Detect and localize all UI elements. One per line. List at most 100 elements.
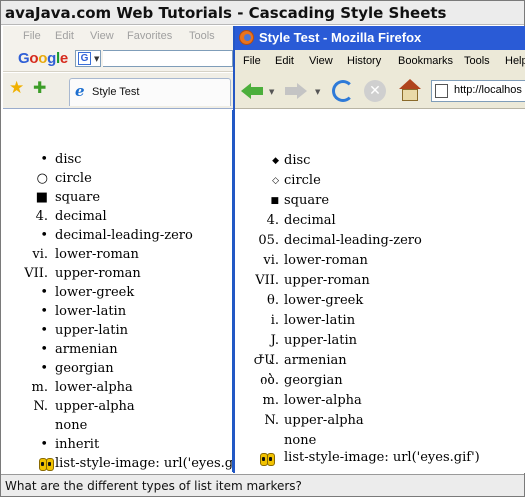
tab-label: Style Test <box>92 86 140 98</box>
list-marker: 4. <box>35 209 48 224</box>
list-marker: m. <box>31 380 48 395</box>
google-logo-letter: o <box>38 50 48 67</box>
list-item: ◇ circle <box>235 171 525 191</box>
list-item: 4. decimal <box>235 211 525 231</box>
list-marker: ■ <box>35 190 48 205</box>
url-bar[interactable]: http://localhos <box>431 80 525 102</box>
list-item: იბ. georgian <box>235 371 525 391</box>
list-marker: N. <box>33 399 48 414</box>
forward-button[interactable] <box>283 78 309 104</box>
favorites-star-icon[interactable]: ★ <box>9 80 24 97</box>
add-favorites-icon[interactable]: ✚ <box>33 80 46 96</box>
list-item: list-style-image: url('eyes.gif') <box>235 446 525 470</box>
menu-history[interactable]: History <box>347 55 381 67</box>
list-marker: N. <box>264 413 279 428</box>
list-item-label: inherit <box>55 437 100 452</box>
list-item-label: square <box>284 193 330 208</box>
list-item-label: circle <box>284 173 321 188</box>
list-marker: 05. <box>258 233 279 248</box>
list-item: ԺԱ. armenian <box>235 351 525 371</box>
list-item-label: upper-alpha <box>55 399 135 414</box>
list-marker: ○ <box>36 171 48 186</box>
back-button[interactable] <box>239 78 265 104</box>
ie-menubar: File Edit View Favorites Tools <box>3 26 233 46</box>
list-item-label: upper-latin <box>284 333 357 348</box>
google-logo-letter: o <box>29 50 39 67</box>
list-item-label: disc <box>55 152 82 167</box>
menu-view[interactable]: View <box>309 55 333 67</box>
list-item: 05. decimal-leading-zero <box>235 231 525 251</box>
chevron-down-icon[interactable]: ▼ <box>269 88 274 96</box>
list-item-label: lower-latin <box>284 313 356 328</box>
list-item-label: armenian <box>55 342 118 357</box>
menu-tools[interactable]: Tools <box>464 55 490 67</box>
stop-icon[interactable]: ✕ <box>364 80 386 102</box>
menu-help[interactable]: Help <box>505 55 525 67</box>
back-arrow-icon <box>250 87 263 95</box>
list-item-label: georgian <box>55 361 114 376</box>
menu-file[interactable]: File <box>243 55 261 67</box>
list-item: vi. lower-roman <box>235 251 525 271</box>
list-item: i. lower-latin <box>235 311 525 331</box>
list-item-label: upper-roman <box>55 266 141 281</box>
list-marker: m. <box>262 393 279 408</box>
ie-menu-edit[interactable]: Edit <box>55 30 74 42</box>
list-item: 4. decimal <box>3 207 233 226</box>
google-search-engine-picker[interactable]: G ▼ <box>75 50 101 67</box>
list-marker: θ. <box>267 293 279 308</box>
ie-menu-favorites[interactable]: Favorites <box>127 30 172 42</box>
list-marker <box>39 454 54 473</box>
list-item-label: decimal <box>284 213 336 228</box>
firefox-page-content: ◆ disc ◇ circle ■ square 4. decimal 05. decim… <box>235 110 525 473</box>
menu-bookmarks[interactable]: Bookmarks <box>398 55 453 67</box>
home-icon[interactable] <box>398 79 422 103</box>
google-search-input[interactable] <box>103 50 233 67</box>
list-item-label: upper-roman <box>284 273 370 288</box>
list-marker: 4. <box>266 213 279 228</box>
list-item: • disc <box>3 150 233 169</box>
list-item-label: lower-roman <box>55 247 139 262</box>
list-item-label: georgian <box>284 373 343 388</box>
list-item-label: list-style-image: url('eyes.gif') <box>55 456 233 471</box>
list-item: ◆ disc <box>235 151 525 171</box>
list-item: • decimal-leading-zero <box>3 226 233 245</box>
home-roof <box>399 79 421 89</box>
google-logo[interactable]: Google <box>18 50 68 67</box>
tab-style-test[interactable]: e Style Test <box>69 78 231 106</box>
caption: What are the different types of list ite… <box>1 474 524 496</box>
list-item: VII. upper-roman <box>235 271 525 291</box>
forward-arrow-icon <box>297 83 307 99</box>
chevron-down-icon[interactable]: ▼ <box>315 88 320 96</box>
list-item: none <box>3 416 233 435</box>
reload-icon[interactable] <box>332 80 354 102</box>
firefox-navbar: ▼ ▼ ✕ http://localhos <box>235 73 525 109</box>
list-item-label: lower-greek <box>284 293 364 308</box>
list-item-label: lower-alpha <box>284 393 362 408</box>
list-item: vi. lower-roman <box>3 245 233 264</box>
ie-menu-tools[interactable]: Tools <box>189 30 215 42</box>
list-item-label: decimal <box>55 209 107 224</box>
list-item: ○ circle <box>3 169 233 188</box>
list-marker: • <box>40 304 48 319</box>
menu-edit[interactable]: Edit <box>275 55 294 67</box>
list-marker: ◆ <box>272 156 279 166</box>
list-marker: • <box>40 228 48 243</box>
ie-menu-view[interactable]: View <box>90 30 114 42</box>
list-item-label: upper-alpha <box>284 413 364 428</box>
google-logo-letter: g <box>47 50 56 67</box>
list-item-label: square <box>55 190 101 205</box>
list-marker: • <box>40 437 48 452</box>
ie-menu-file[interactable]: File <box>23 30 41 42</box>
list-marker: იბ. <box>260 373 279 388</box>
firefox-menubar: File Edit View History Bookmarks Tools H… <box>235 50 525 73</box>
list-item: • lower-greek <box>3 283 233 302</box>
window-title: Style Test - Mozilla Firefox <box>259 30 422 45</box>
list-marker: • <box>40 323 48 338</box>
list-item: • lower-latin <box>3 302 233 321</box>
eyes-icon <box>39 457 54 471</box>
url-text[interactable]: http://localhos <box>454 84 522 96</box>
list-item-label: circle <box>55 171 92 186</box>
list-item: ■ square <box>235 191 525 211</box>
list-item: • armenian <box>3 340 233 359</box>
list-item-label: armenian <box>284 353 347 368</box>
